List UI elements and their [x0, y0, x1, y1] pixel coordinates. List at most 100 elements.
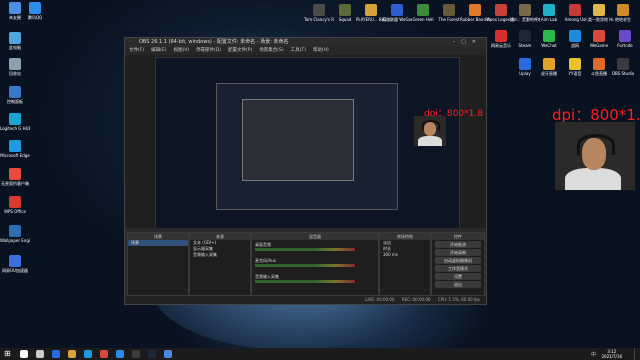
transitions-panel[interactable]: 转场特效 淡出 时长 300 ms [379, 232, 431, 296]
obs-menu-bar[interactable]: 文件(F) 编辑(E) 视图(V) 停靠部件(D) 配置文件(P) 场景集合(S) 工具(T… [125, 47, 486, 55]
obs-title: OBS 26.1.1 (64-bit, windows) - 配置文件: 未命名… [139, 39, 289, 45]
window-controls[interactable]: –▢✕ [453, 38, 482, 47]
desktop-icon[interactable]: WeGame [584, 30, 614, 48]
obs-title-bar[interactable]: OBS 26.1.1 (64-bit, windows) - 配置文件: 未命名… [125, 38, 486, 47]
app-icon [569, 30, 581, 42]
app-icon [339, 4, 351, 16]
desktop-icon[interactable]: Uplay [510, 58, 540, 76]
desktop-icon[interactable]: Logitech G HUB [0, 113, 30, 131]
app-icon [9, 196, 21, 208]
menu-item[interactable]: 配置文件(P) [228, 48, 252, 53]
menu-item[interactable]: 编辑(E) [151, 48, 166, 53]
desktop-icon[interactable]: 腾讯QQ [20, 2, 50, 20]
app-icon [569, 58, 581, 70]
start-recording-button[interactable]: 开始录制 [435, 249, 481, 256]
menu-item[interactable]: 文件(F) [129, 48, 144, 53]
mixer-channel[interactable]: 桌面音频 [255, 242, 375, 256]
app-icon [9, 58, 21, 70]
app-icon [495, 30, 507, 42]
app-icon [29, 2, 41, 14]
desktop-icon-label: 回收站 [9, 71, 21, 76]
app-icon [9, 113, 21, 125]
clock[interactable]: 3:12 2021/7/16 [601, 349, 622, 359]
desktop-icon[interactable]: 此电脑 [0, 32, 30, 50]
app-icon [495, 4, 507, 16]
live-status: LIVE: 00:00:00 [365, 297, 395, 302]
sources-panel[interactable]: 来源 文本 (GDI+) 显示器采集 音频输入采集 [189, 232, 251, 296]
app-icon [543, 58, 555, 70]
menu-item[interactable]: 视图(V) [173, 48, 189, 53]
exit-button[interactable]: 退出 [435, 281, 481, 288]
taskbar-app-icon[interactable] [20, 350, 28, 358]
desktop-icon[interactable]: 网易UU加速器 [0, 255, 30, 273]
taskbar-app-icon[interactable] [116, 350, 124, 358]
source-item[interactable]: 音频输入采集 [190, 252, 250, 258]
controls-header: 控件 [432, 233, 484, 240]
app-icon [9, 225, 21, 237]
taskbar-app-icon[interactable] [36, 350, 44, 358]
taskbar-app-icon[interactable] [132, 350, 140, 358]
desktop-icon[interactable]: Fortnite [610, 30, 640, 48]
app-icon [617, 4, 629, 16]
webcam-person-shirt [565, 168, 621, 190]
menu-item[interactable]: 帮助(H) [313, 48, 329, 53]
desktop-icon[interactable]: 控制面板 [0, 86, 30, 104]
app-icon [519, 30, 531, 42]
virtual-camera-button[interactable]: 启动虚拟摄像机 [435, 257, 481, 264]
desktop-icon[interactable]: WPS Office [0, 196, 30, 214]
start-icon[interactable]: ⊞ [4, 350, 12, 358]
webcam-overlay-small [414, 116, 446, 146]
desktop-icon[interactable]: 回收站 [0, 58, 30, 76]
duration-input[interactable]: 300 ms [380, 252, 430, 258]
lang-indicator[interactable]: 中 [591, 351, 596, 358]
app-icon [617, 58, 629, 70]
obs-preview[interactable] [155, 57, 460, 237]
desktop-icon[interactable]: Wallpaper Engine:... [0, 225, 30, 243]
taskbar-app-icon[interactable] [164, 350, 172, 358]
app-icon [391, 4, 403, 16]
app-icon [9, 255, 21, 267]
taskbar-app-icon[interactable] [68, 350, 76, 358]
scene-item[interactable]: 场景 [128, 240, 188, 246]
mixer-header: 混音器 [252, 233, 378, 240]
desktop-icon-label: Microsoft Edge [0, 153, 30, 158]
desktop-icon-label: 此电脑 [9, 45, 21, 50]
app-icon [543, 30, 555, 42]
desktop-icon[interactable]: 无畏契约客户端 [0, 168, 30, 186]
desktop-icon[interactable]: 网易云音乐 [486, 30, 516, 48]
settings-button[interactable]: 设置 [435, 273, 481, 280]
desktop-icon[interactable]: 绝地求生 [608, 4, 638, 22]
taskbar-app-icon[interactable] [84, 350, 92, 358]
show-desktop-button[interactable] [634, 348, 638, 360]
obs-window[interactable]: OBS 26.1.1 (64-bit, windows) - 配置文件: 未命名… [124, 37, 487, 305]
rec-status: REC: 00:00:00 [401, 297, 431, 302]
taskbar-app-icon[interactable] [148, 350, 156, 358]
volume-meter [255, 248, 355, 251]
mixer-channel-name: 桌面音频 [255, 242, 271, 247]
mixer-channel-name: 麦克风/Aux [255, 258, 276, 263]
mixer-channel[interactable]: 麦克风/Aux [255, 258, 375, 272]
mixer-panel[interactable]: 混音器 桌面音频 麦克风/Aux 音频输入采集 [251, 232, 379, 296]
mixer-channel[interactable]: 音频输入采集 [255, 274, 375, 288]
app-icon [593, 4, 605, 16]
taskbar-app-icon[interactable] [52, 350, 60, 358]
controls-panel[interactable]: 控件 开始推流 开始录制 启动虚拟摄像机 工作室模式 设置 退出 [431, 232, 485, 296]
scenes-panel[interactable]: 场景 场景 [127, 232, 189, 296]
desktop-icon-label: Wallpaper Engine:... [0, 238, 30, 243]
app-icon [519, 4, 531, 16]
studio-mode-button[interactable]: 工作室模式 [435, 265, 481, 272]
taskbar-app-icon[interactable] [100, 350, 108, 358]
headphones-icon [422, 120, 440, 130]
start-streaming-button[interactable]: 开始推流 [435, 241, 481, 248]
app-icon [569, 4, 581, 16]
desktop-icon[interactable]: 斗鱼直播 [584, 58, 614, 76]
desktop-icon[interactable]: Microsoft Edge [0, 140, 30, 158]
desktop-icon-label: 网易云音乐 [491, 43, 511, 48]
menu-item[interactable]: 工具(T) [291, 48, 306, 53]
menu-item[interactable]: 停靠部件(D) [196, 48, 221, 53]
app-icon [9, 86, 21, 98]
menu-item[interactable]: 场景集合(S) [259, 48, 283, 53]
mixer-channel-name: 音频输入采集 [255, 274, 279, 279]
desktop-icon-label: 网易UU加速器 [2, 268, 28, 273]
sources-header: 来源 [190, 233, 250, 240]
